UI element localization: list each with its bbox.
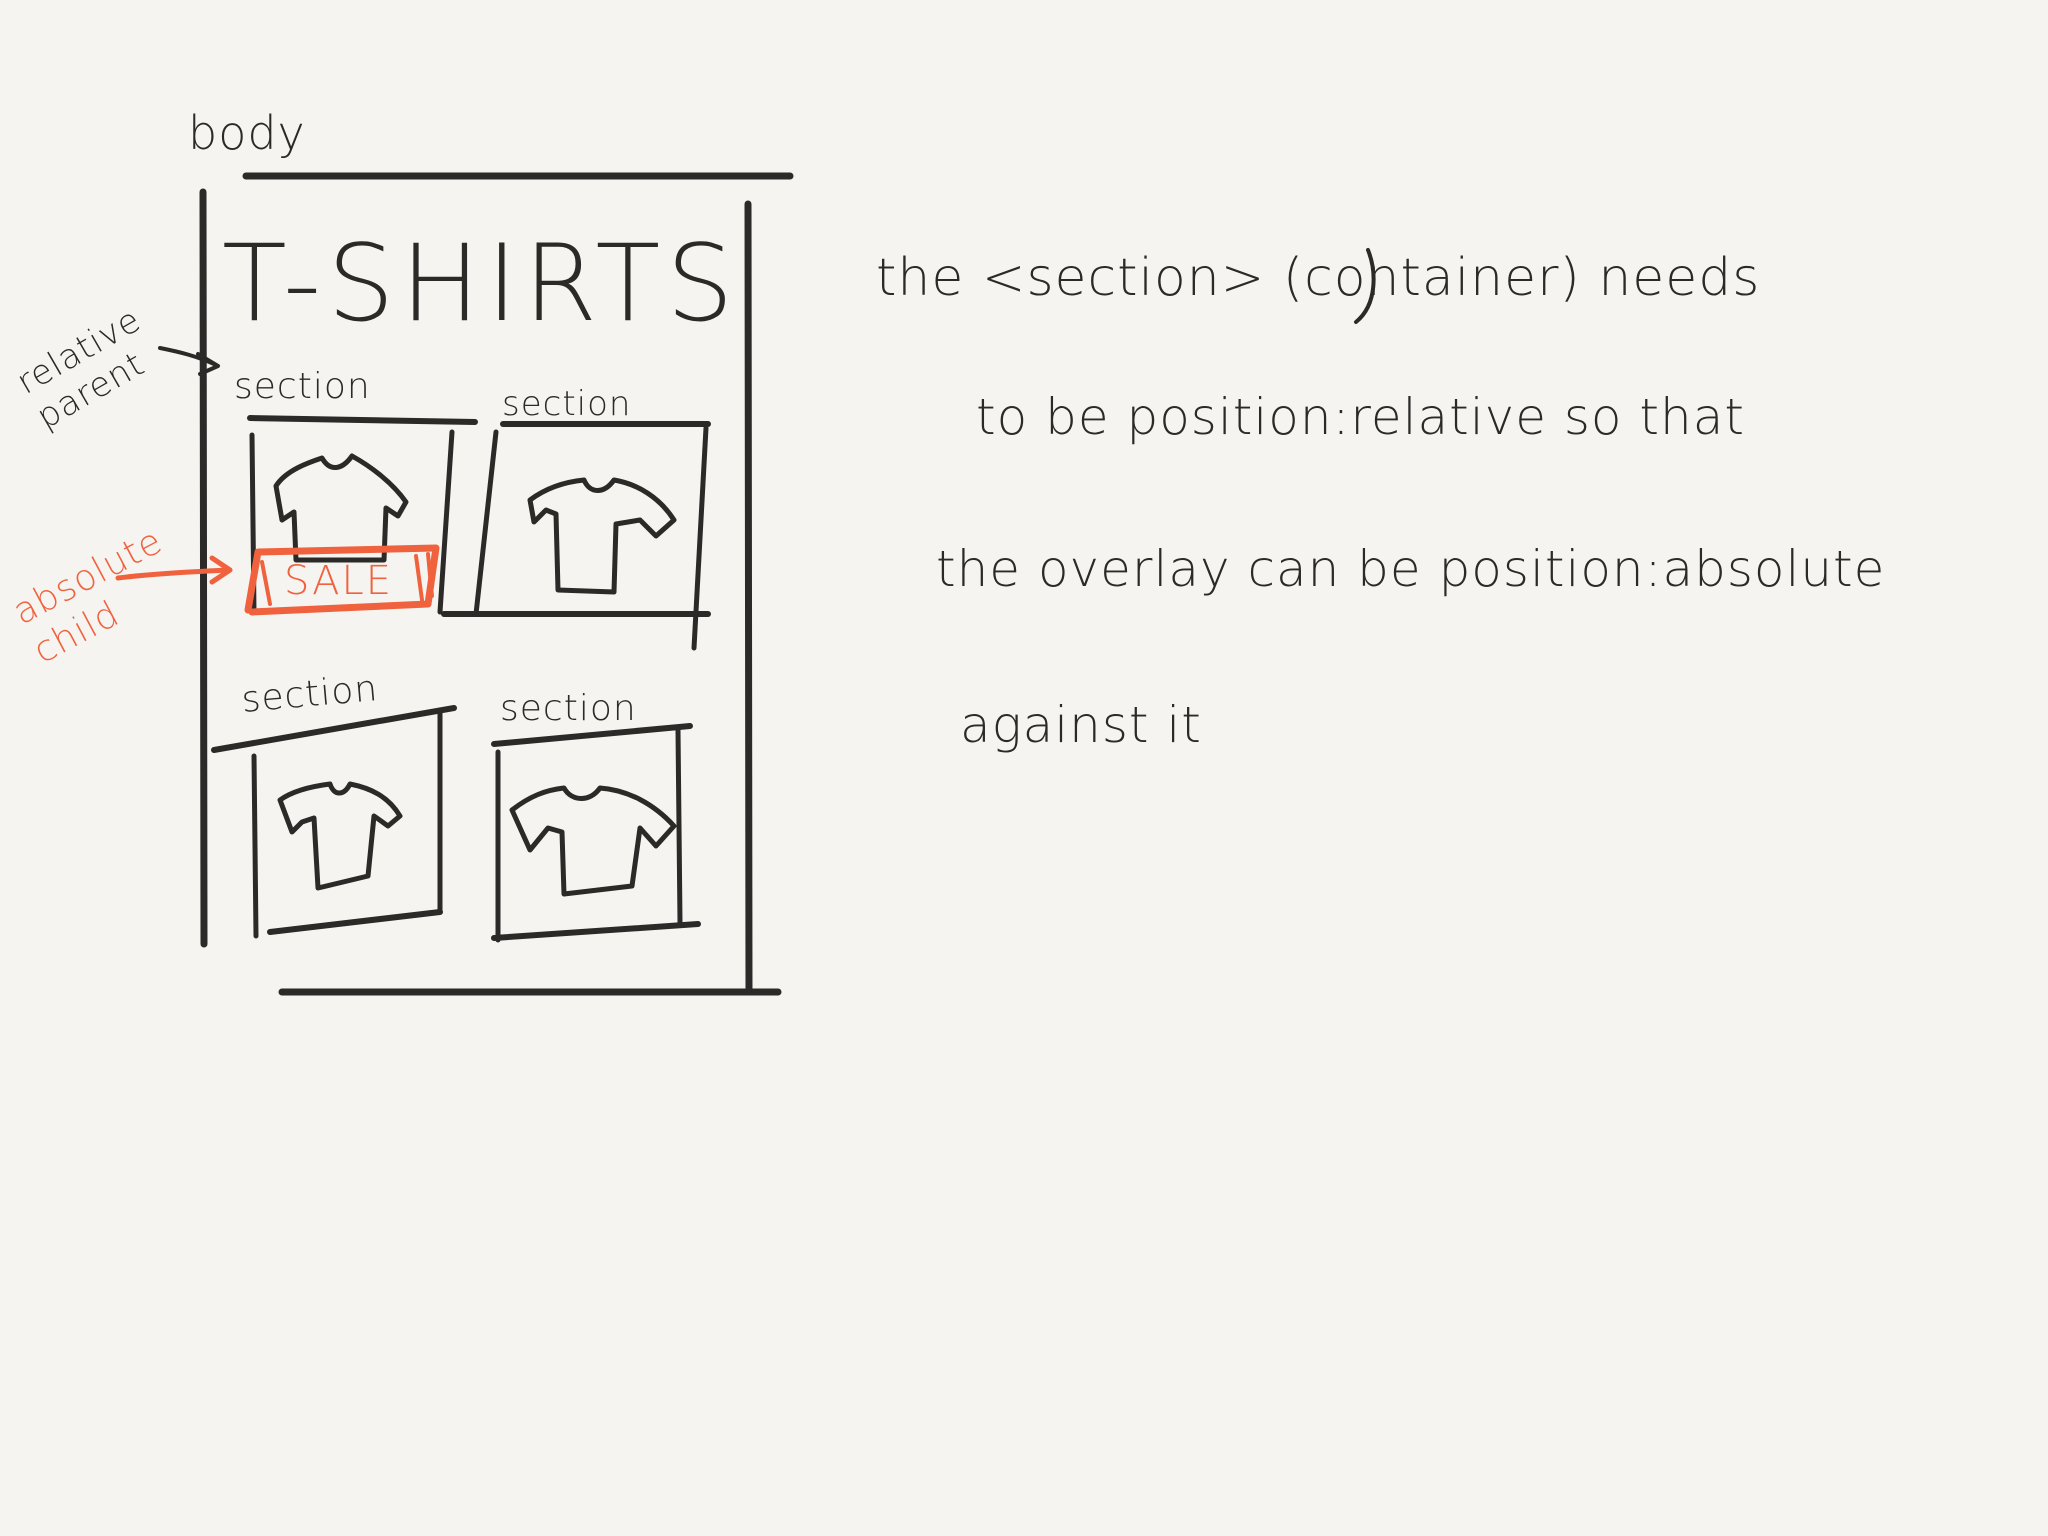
section-label: section xyxy=(234,366,371,407)
section-label: section xyxy=(500,688,637,729)
tshirt-icon xyxy=(277,781,403,891)
section-label: section xyxy=(502,384,632,424)
tshirt-icon xyxy=(273,453,409,563)
section-frame-3 xyxy=(211,705,457,939)
tshirt-icon xyxy=(527,477,677,595)
relative-parent-arrow xyxy=(158,346,220,376)
tshirt-icon xyxy=(509,785,677,897)
section-frame-2 xyxy=(441,421,711,651)
body-label: body xyxy=(188,106,306,160)
note-line-3: the overlay can be position:absolute xyxy=(936,540,1886,598)
note-line-4: against it xyxy=(960,696,1202,754)
sale-label: SALE xyxy=(284,558,394,604)
page-heading: T-SHIRTS xyxy=(222,222,740,345)
note-line-1: the <section> (container) needs xyxy=(876,248,1761,308)
note-line-2: to be position:relative so that xyxy=(976,388,1745,446)
